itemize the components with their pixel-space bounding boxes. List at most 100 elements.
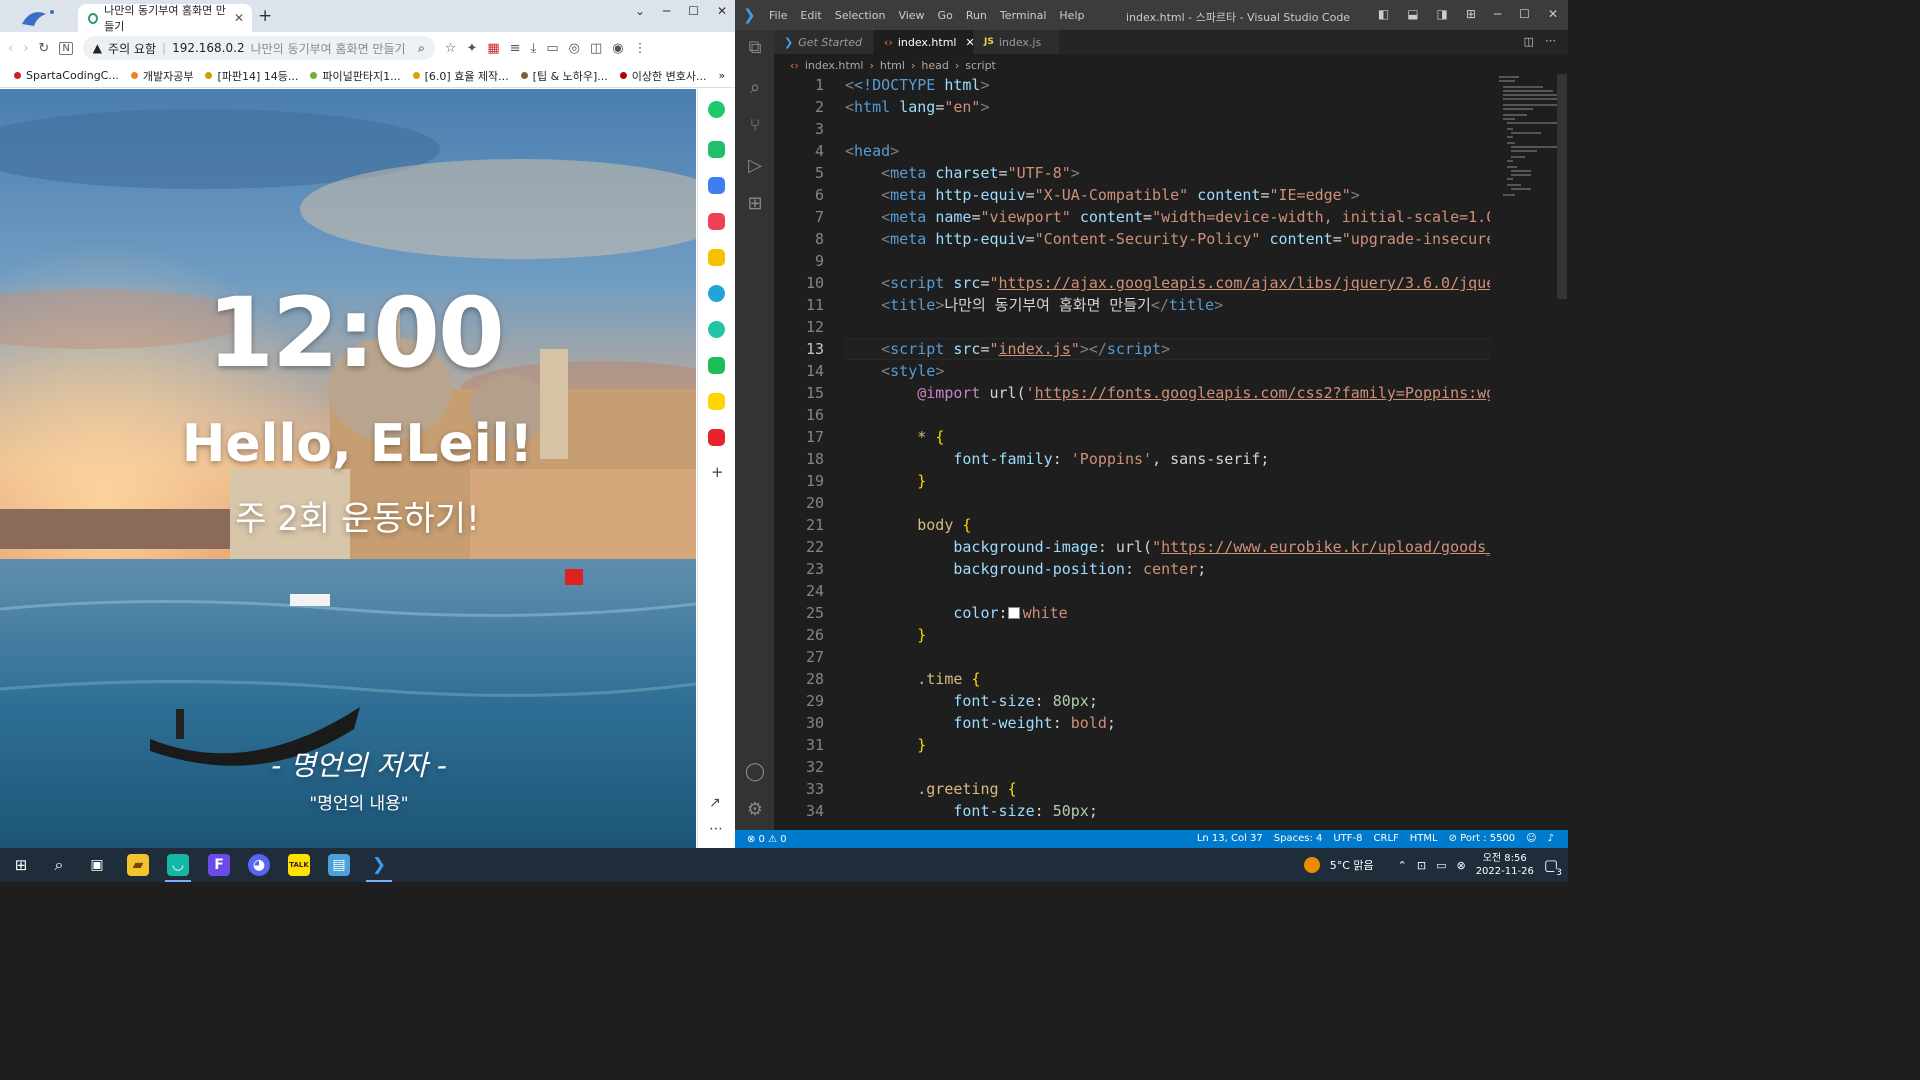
breadcrumb-item[interactable]: index.html	[805, 59, 864, 72]
code-editor[interactable]: 1 <<!DOCTYPE html> 2 <html lang="en"> 3 …	[774, 74, 1490, 824]
download-icon[interactable]: ⤓	[531, 41, 537, 56]
calendar-icon[interactable]	[708, 177, 725, 194]
zoom-icon[interactable]: ⌕	[418, 41, 425, 56]
system-clock[interactable]: 오전 8:56 2022-11-26	[1476, 852, 1534, 878]
bookmark-item[interactable]: [파판14] 14등...	[205, 68, 298, 84]
capture-icon[interactable]: ▭	[546, 41, 558, 56]
bookmark-item[interactable]: [6.0] 효율 제작...	[412, 68, 509, 84]
more-actions-icon[interactable]: ⋯	[1545, 34, 1556, 47]
breadcrumb-item[interactable]: script	[965, 59, 996, 72]
menu-help[interactable]: Help	[1059, 9, 1084, 22]
volume-icon[interactable]: ⊗	[1456, 859, 1465, 872]
search-icon[interactable]: ⌕	[744, 76, 766, 98]
close-tab-icon[interactable]: ✕	[234, 11, 244, 25]
add-panel-icon[interactable]: +	[711, 463, 724, 481]
app-window-icon[interactable]: ▤	[328, 854, 350, 876]
live-server-port[interactable]: ⊘ Port : 5500	[1449, 833, 1516, 844]
color-swatch[interactable]	[1007, 607, 1020, 619]
notification-center-icon[interactable]: ▢ 3	[1544, 856, 1564, 878]
kakaotalk-icon[interactable]: TALK	[288, 854, 310, 876]
reload-icon[interactable]: ↻	[38, 41, 49, 56]
bookmark-star-icon[interactable]: ☆	[445, 41, 457, 56]
playlist-icon[interactable]: ≡	[510, 41, 521, 56]
cursor-position[interactable]: Ln 13, Col 37	[1197, 833, 1263, 844]
run-debug-icon[interactable]: ▷	[744, 154, 766, 176]
bell-icon[interactable]	[708, 141, 725, 158]
customize-layout-icon[interactable]: ⊞	[1466, 7, 1476, 21]
address-bar[interactable]: ▲ 주의 요함 | 192.168.0.2 나만의 동기부여 홈화면 만들기 ⌕	[82, 36, 435, 60]
close-button[interactable]: ✕	[1548, 7, 1558, 21]
browser-logo-icon[interactable]	[8, 4, 66, 30]
menu-edit[interactable]: Edit	[800, 9, 821, 22]
close-button[interactable]: ✕	[717, 4, 727, 18]
breadcrumb-item[interactable]: html	[880, 59, 905, 72]
tab-index-js[interactable]: JS index.js	[974, 30, 1060, 54]
profile-icon[interactable]: ◉	[612, 41, 623, 56]
forward-icon[interactable]: ›	[23, 41, 28, 56]
bookmark-item[interactable]: 개발자공부	[130, 68, 193, 84]
notifications-bell-icon[interactable]: ♪	[1548, 833, 1554, 844]
tab-get-started[interactable]: ❯ Get Started	[774, 30, 874, 54]
book-icon[interactable]	[708, 357, 725, 374]
tab-index-html[interactable]: ‹› index.html ✕	[874, 30, 975, 54]
panel-toggle-icon[interactable]: ⬓	[1407, 7, 1418, 21]
external-link-icon[interactable]: ↗	[709, 795, 721, 811]
bookmark-item[interactable]: [팁 & 노하우]...	[520, 68, 608, 84]
vscode-taskbar-icon[interactable]: ❯	[368, 854, 390, 876]
pocket-icon[interactable]	[708, 213, 725, 230]
menu-file[interactable]: File	[769, 9, 787, 22]
play-icon[interactable]	[708, 321, 725, 338]
breadcrumb-item[interactable]: head	[921, 59, 948, 72]
windows-start-icon[interactable]: ⊞	[10, 854, 32, 876]
search-icon[interactable]: ⌕	[48, 854, 70, 876]
layout-icon[interactable]: ◧	[1378, 7, 1389, 21]
split-view-icon[interactable]: ◫	[590, 41, 602, 56]
weather-text[interactable]: 5°C 맑음	[1330, 857, 1374, 873]
minimize-button[interactable]: ─	[1494, 7, 1501, 21]
feedback-icon[interactable]: ☺	[1526, 833, 1536, 844]
indentation[interactable]: Spaces: 4	[1274, 833, 1323, 844]
file-explorer-icon[interactable]: ▰	[127, 854, 149, 876]
green-circle-icon[interactable]	[708, 101, 725, 118]
source-control-icon[interactable]: ⑂	[744, 114, 766, 136]
browser-tab[interactable]: 나만의 동기부여 홈화면 만들기 ✕	[78, 4, 252, 33]
now-icon[interactable]	[708, 429, 725, 446]
back-icon[interactable]: ‹	[8, 41, 13, 56]
edge-icon[interactable]	[708, 285, 725, 302]
bookmark-item[interactable]: SpartaCodingC...	[14, 69, 119, 82]
whale-browser-icon[interactable]: ◡	[167, 854, 189, 876]
sidebar-toggle-icon[interactable]: ◨	[1437, 7, 1448, 21]
explorer-icon[interactable]: ⧉	[744, 36, 766, 58]
minimap[interactable]	[1497, 74, 1557, 274]
extensions-icon[interactable]: ✦	[466, 41, 477, 56]
bookmarks-overflow-icon[interactable]: »	[719, 69, 726, 82]
discord-icon[interactable]: ◕	[248, 854, 270, 876]
problems-indicator[interactable]: ⊗ 0 ⚠ 0	[747, 834, 787, 845]
note-icon[interactable]	[708, 393, 725, 410]
more-options-icon[interactable]: ⋯	[709, 821, 723, 837]
chevron-up-icon[interactable]: ⌃	[1398, 859, 1407, 872]
maximize-button[interactable]: ☐	[688, 4, 699, 18]
more-menu-icon[interactable]: ⋮	[634, 41, 647, 56]
camera-icon[interactable]: ◎	[569, 41, 580, 56]
menu-go[interactable]: Go	[938, 9, 953, 22]
bookmark-item[interactable]: 파이널판타지1...	[310, 68, 401, 84]
encoding[interactable]: UTF-8	[1333, 833, 1362, 844]
new-tab-button[interactable]: +	[258, 8, 272, 25]
minimize-button[interactable]: ─	[663, 4, 670, 18]
display-icon[interactable]: ▭	[1436, 859, 1446, 872]
menu-selection[interactable]: Selection	[835, 9, 886, 22]
star-icon[interactable]	[708, 249, 725, 266]
f-app-icon[interactable]: F	[208, 854, 230, 876]
network-icon[interactable]: ⊡	[1417, 859, 1426, 872]
menu-terminal[interactable]: Terminal	[1000, 9, 1047, 22]
chevron-down-icon[interactable]: ⌄	[635, 4, 645, 18]
menu-view[interactable]: View	[898, 9, 924, 22]
maximize-button[interactable]: ☐	[1519, 7, 1530, 21]
language-mode[interactable]: HTML	[1410, 833, 1438, 844]
menu-run[interactable]: Run	[966, 9, 987, 22]
reader-mode-icon[interactable]: N	[59, 41, 73, 55]
bookmark-item[interactable]: 이상한 변호사...	[619, 68, 707, 84]
extensions-icon[interactable]: ⊞	[744, 192, 766, 214]
account-icon[interactable]: ◯	[744, 760, 766, 782]
